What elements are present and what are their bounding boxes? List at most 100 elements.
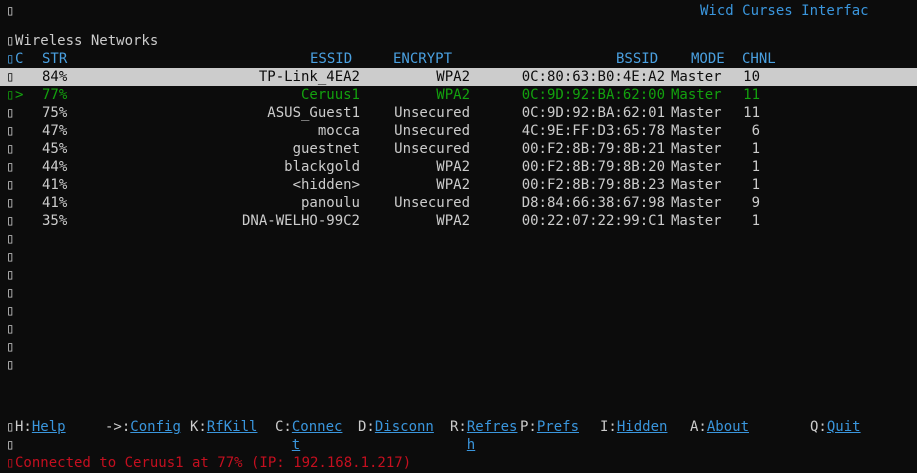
shortcut-key: K: [190,419,207,435]
placeholder-glyph: ▯ [6,213,15,229]
network-row[interactable]: ▯ 45% guestnet Unsecured 00:F2:8B:79:8B:21 Ma… [0,140,917,158]
shortcut-wrap-line: ▯ t h [0,436,917,454]
bssid: 00:22:07:22:99:C1 [521,213,665,229]
status-line: ▯ Connected to Ceruus1 at 77% (IP: 192.1… [0,454,917,472]
network-row[interactable]: ▯ 84% TP-Link_4EA2 WPA2 0C:80:63:B0:4E:A2 Mas… [0,68,917,86]
essid: panoulu [300,195,360,211]
placeholder-glyph: ▯ [6,419,15,435]
shortcut-about-button[interactable]: A:About [690,418,749,436]
shortcut-label: Disconn [374,419,434,435]
shortcut-prefs-button[interactable]: P:Prefs [520,418,579,436]
essid: Ceruus1 [300,87,360,103]
shortcut-config-button[interactable]: ->:Config [105,418,181,436]
col-essid: ESSID [310,51,353,67]
placeholder-glyph: ▯ [6,141,15,157]
placeholder-glyph: ▯ [6,231,15,247]
shortcut-key: D: [358,419,375,435]
title-bar: ▯ Wicd Curses Interfac [0,2,917,20]
bssid: 00:F2:8B:79:8B:20 [521,159,665,175]
placeholder-glyph: ▯ [6,33,15,49]
mode: Master [671,213,722,229]
shortcut-hidden-button[interactable]: I:Hidden [600,418,667,436]
col-encrypt: ENCRYPT [393,51,453,67]
section-title: Wireless Networks [15,33,159,49]
shortcut-key: C: [275,419,292,435]
bssid: 00:F2:8B:79:8B:23 [521,177,665,193]
encryption: Unsecured [394,141,470,157]
network-row[interactable]: ▯ 75% ASUS_Guest1 Unsecured 0C:9D:92:BA:62:0… [0,104,917,122]
bssid: 4C:9E:FF:D3:65:78 [521,123,665,139]
encryption: WPA2 [436,159,470,175]
placeholder-glyph: ▯ [6,249,15,265]
signal-strength: 35% [42,213,68,229]
shortcut-quit-button[interactable]: Q:Quit [810,418,861,436]
shortcut-rfkill-button[interactable]: K:RfKill [190,418,257,436]
essid: blackgold [284,159,360,175]
shortcut-key: A: [690,419,707,435]
bssid: 00:F2:8B:79:8B:21 [521,141,665,157]
encryption: WPA2 [436,87,470,103]
essid: TP-Link_4EA2 [258,69,360,85]
mode: Master [671,195,722,211]
channel: 10 [743,69,760,85]
channel: 11 [743,105,760,121]
network-row[interactable]: ▯ 41% <hidden> WPA2 00:F2:8B:79:8B:23 Master 1 [0,176,917,194]
essid: DNA-WELHO-99C2 [241,213,360,229]
placeholder-glyph: ▯ [6,105,15,121]
col-mode: MODE [691,51,725,67]
empty-row: ▯ [0,320,917,338]
shortcut-key: I: [600,419,617,435]
placeholder-glyph: ▯ [6,159,15,175]
shortcut-label: Quit [826,419,861,435]
shortcut-line: ▯ H:Help ->:Config K:RfKill C:Connec D:Discon… [0,418,917,436]
status-text: Connected to Ceruus1 at 77% (IP: 192.168… [15,455,412,471]
placeholder-glyph: ▯ [6,3,15,19]
mode: Master [671,105,722,121]
channel: 11 [743,87,760,103]
empty-row: ▯ [0,338,917,356]
shortcut-label-wrap[interactable]: t [292,436,300,454]
placeholder-glyph: ▯ [6,195,15,211]
network-row[interactable]: ▯ 44% blackgold WPA2 00:F2:8B:79:8B:20 Master… [0,158,917,176]
channel: 6 [751,123,760,139]
signal-strength: 77% [42,87,68,103]
empty-row: ▯ [0,230,917,248]
placeholder-glyph: ▯ [6,339,15,355]
terminal-window: ▯ Wicd Curses Interfac ▯ Wireless Networ… [0,0,917,473]
encryption: WPA2 [436,69,470,85]
shortcut-label-wrap[interactable]: h [467,436,475,454]
signal-strength: 44% [42,159,68,175]
channel: 1 [751,159,760,175]
shortcut-label: Refres [466,419,518,435]
bssid: 0C:9D:92:BA:62:01 [521,105,665,121]
shortcut-key: Q: [810,419,827,435]
mode: Master [671,177,722,193]
network-row[interactable]: ▯ 35% DNA-WELHO-99C2 WPA2 00:22:07:22:99:C1 M… [0,212,917,230]
row-marker: > [15,87,24,103]
shortcut-connec-button[interactable]: C:Connec [275,418,342,436]
shortcut-label: Prefs [536,419,580,435]
shortcut-disconn-button[interactable]: D:Disconn [358,418,434,436]
placeholder-glyph: ▯ [6,321,15,337]
col-str: STR [42,51,68,67]
essid: ASUS_Guest1 [267,105,360,121]
shortcut-refres-button[interactable]: R:Refres [450,418,517,436]
shortcut-label: Help [31,419,66,435]
network-row[interactable]: ▯ >77% Ceruus1 WPA2 0C:9D:92:BA:62:00 Master 1… [0,86,917,104]
shortcut-label: RfKill [206,419,258,435]
shortcut-label: Connec [291,419,343,435]
placeholder-glyph: ▯ [6,267,15,283]
shortcut-label: Config [130,419,181,435]
bssid: 0C:9D:92:BA:62:00 [521,87,665,103]
placeholder-glyph: ▯ [6,455,15,471]
encryption: Unsecured [394,195,470,211]
shortcut-help-button[interactable]: H:Help [15,418,66,436]
network-row[interactable]: ▯ 41% panoulu Unsecured D8:84:66:38:67:98 Mas… [0,194,917,212]
column-headers: ▯ C STR ESSID ENCRYPT BSSID MODE CHNL [0,50,917,68]
channel: 9 [751,195,760,211]
mode: Master [671,87,722,103]
app-title: Wicd Curses Interfac [700,3,869,19]
channel: 1 [751,177,760,193]
empty-row: ▯ [0,266,917,284]
network-row[interactable]: ▯ 47% mocca Unsecured 4C:9E:FF:D3:65:78 Maste… [0,122,917,140]
